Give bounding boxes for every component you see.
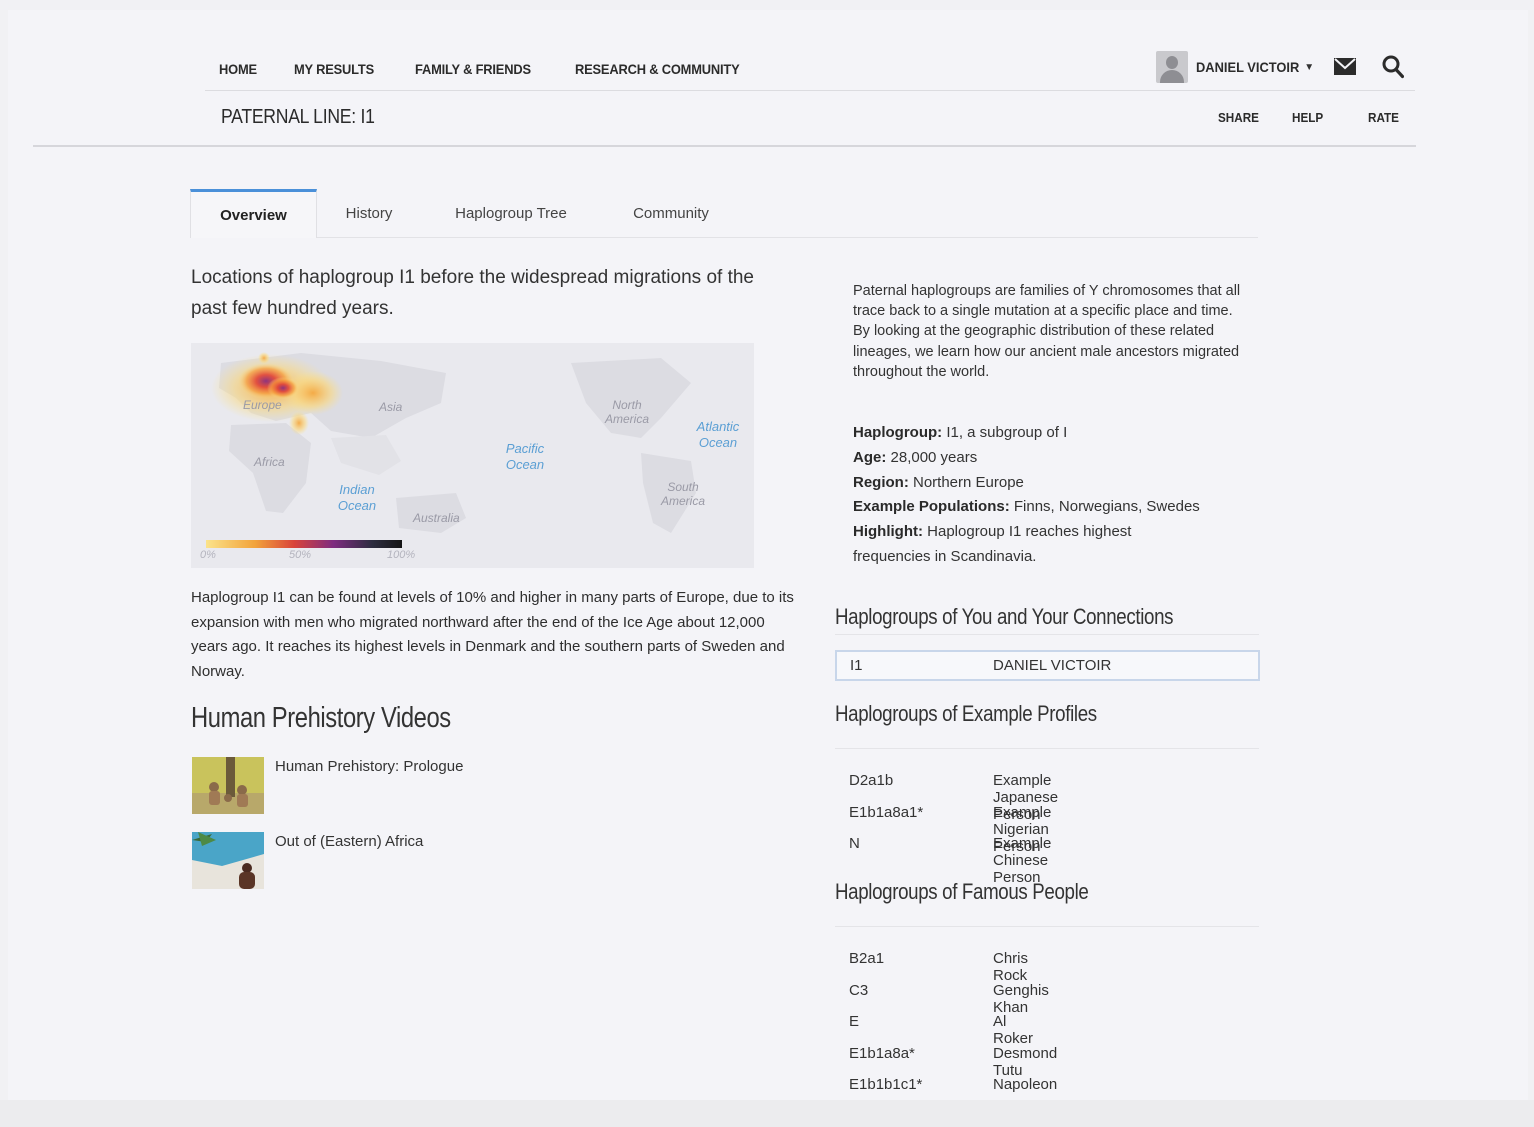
person-name: Napoleon Bonaparte	[993, 1076, 1058, 1092]
fact-label: Example Populations:	[853, 498, 1010, 516]
fact-haplogroup: I1, a subgroup of I	[946, 424, 1068, 441]
you-haplogroup: I1	[850, 657, 863, 674]
user-menu[interactable]: DANIEL VICTOIR ▼	[1156, 50, 1314, 84]
map-label-pacific: Pacific Ocean	[505, 441, 545, 472]
video-thumbnail[interactable]	[192, 832, 264, 889]
map-caption: Locations of haplogroup I1 before the wi…	[191, 267, 754, 319]
fact-label: Age:	[853, 448, 887, 466]
map-label-africa: Africa	[254, 455, 285, 469]
haplogroup-code: C3	[849, 981, 869, 999]
map-label-indian: Indian Ocean	[337, 482, 377, 513]
chevron-down-icon: ▼	[1304, 61, 1315, 73]
main-nav: HOME MY RESULTS FAMILY & FRIENDS RESEARC…	[219, 56, 754, 82]
map-label-atlantic: Atlantic Ocean	[696, 419, 740, 450]
famous-people-heading: Haplogroups of Famous People	[835, 879, 1089, 904]
haplogroup-code: B2a1	[849, 950, 885, 967]
haplogroup-facts: Haplogroup: I1, a subgroup of I Age: 28,…	[853, 421, 1200, 570]
paternal-haplogroup-explainer: Paternal haplogroups are families of Y c…	[853, 283, 1241, 380]
page-title: PATERNAL LINE: I1	[221, 106, 375, 128]
frequency-scale-bar	[206, 540, 402, 548]
you-connections-heading: Haplogroups of You and Your Connections	[835, 604, 1174, 629]
fact-age: 28,000 years	[890, 448, 978, 466]
video-thumbnail[interactable]	[192, 757, 264, 814]
page-actions: SHARE HELP RATE	[1218, 110, 1403, 125]
example-profiles-heading: Haplogroups of Example Profiles	[835, 701, 1097, 726]
haplogroup-code: E1b1b1c1*	[849, 1076, 923, 1092]
haplogroup-code: E1b1a8a1*	[849, 803, 924, 821]
famous-people-scroll[interactable]: B2a1 Chris Rock C3 Genghis Khan E Al Rok…	[835, 948, 1265, 1092]
video-title[interactable]: Out of (Eastern) Africa	[275, 833, 423, 889]
scale-tick-min: 0%	[200, 549, 216, 561]
map-label-australia: Australia	[413, 511, 460, 525]
you-name: DANIEL VICTOIR	[993, 657, 1112, 674]
help-link[interactable]: HELP	[1292, 110, 1323, 125]
tab-haplogroup-tree[interactable]: Haplogroup Tree	[421, 189, 601, 238]
videos-heading: Human Prehistory Videos	[191, 702, 451, 734]
fact-highlight: Haplogroup I1 reaches highest	[927, 523, 1132, 541]
header-divider	[33, 145, 1416, 147]
rate-link[interactable]: RATE	[1368, 110, 1399, 125]
section-divider	[835, 748, 1259, 749]
fact-populations: Finns, Norwegians, Swedes	[1013, 498, 1200, 516]
nav-family-friends[interactable]: FAMILY & FRIENDS	[415, 61, 531, 77]
share-link[interactable]: SHARE	[1218, 110, 1259, 125]
fact-highlight-cont: frequencies in Scandinavia.	[853, 547, 1037, 565]
map-label-europe: Europe	[243, 398, 282, 412]
user-name: DANIEL VICTOIR	[1196, 59, 1300, 75]
bottom-strip	[0, 1100, 1534, 1127]
nav-home[interactable]: HOME	[219, 61, 257, 77]
tab-history[interactable]: History	[317, 189, 421, 238]
tab-bar: Overview History Haplogroup Tree Communi…	[190, 189, 1258, 238]
tab-community[interactable]: Community	[601, 189, 741, 238]
search-icon[interactable]	[1382, 55, 1404, 79]
person-name: Al Roker	[993, 1013, 1034, 1047]
haplogroup-description: Haplogroup I1 can be found at levels of …	[191, 589, 794, 680]
map-label-south-america: South America	[660, 480, 705, 508]
fact-label: Region:	[853, 473, 909, 491]
section-divider	[835, 926, 1259, 927]
person-name: Desmond Tutu	[993, 1044, 1058, 1079]
person-name: Genghis Khan	[993, 981, 1049, 1016]
video-title[interactable]: Human Prehistory: Prologue	[275, 758, 463, 814]
you-haplogroup-row[interactable]: I1 DANIEL VICTOIR	[835, 650, 1260, 681]
avatar	[1156, 51, 1188, 83]
fact-region: Northern Europe	[913, 473, 1024, 491]
haplogroup-code: D2a1b	[849, 772, 894, 789]
scale-tick-mid: 50%	[289, 549, 312, 561]
person-name: Chris Rock	[993, 950, 1029, 984]
map-label-asia: Asia	[379, 400, 403, 414]
fact-label: Haplogroup:	[853, 424, 943, 441]
nav-divider	[205, 90, 1415, 91]
haplogroup-code: N	[849, 835, 860, 852]
scale-tick-max: 100%	[387, 549, 416, 561]
nav-research-community[interactable]: RESEARCH & COMMUNITY	[575, 61, 740, 77]
haplogroup-code: E1b1a8a*	[849, 1044, 915, 1062]
map-label-north-america: North America	[604, 398, 649, 426]
video-item-prologue[interactable]: Human Prehistory: Prologue	[192, 757, 463, 814]
haplogroup-map: Europe Asia Africa North America South A…	[191, 343, 754, 568]
nav-my-results[interactable]: MY RESULTS	[294, 61, 374, 77]
fact-label: Highlight:	[853, 523, 923, 541]
mail-icon[interactable]	[1334, 58, 1356, 75]
tab-overview[interactable]: Overview	[190, 189, 317, 238]
video-item-out-of-africa[interactable]: Out of (Eastern) Africa	[192, 832, 423, 889]
section-divider	[835, 634, 1259, 635]
haplogroup-code: E	[849, 1013, 860, 1030]
